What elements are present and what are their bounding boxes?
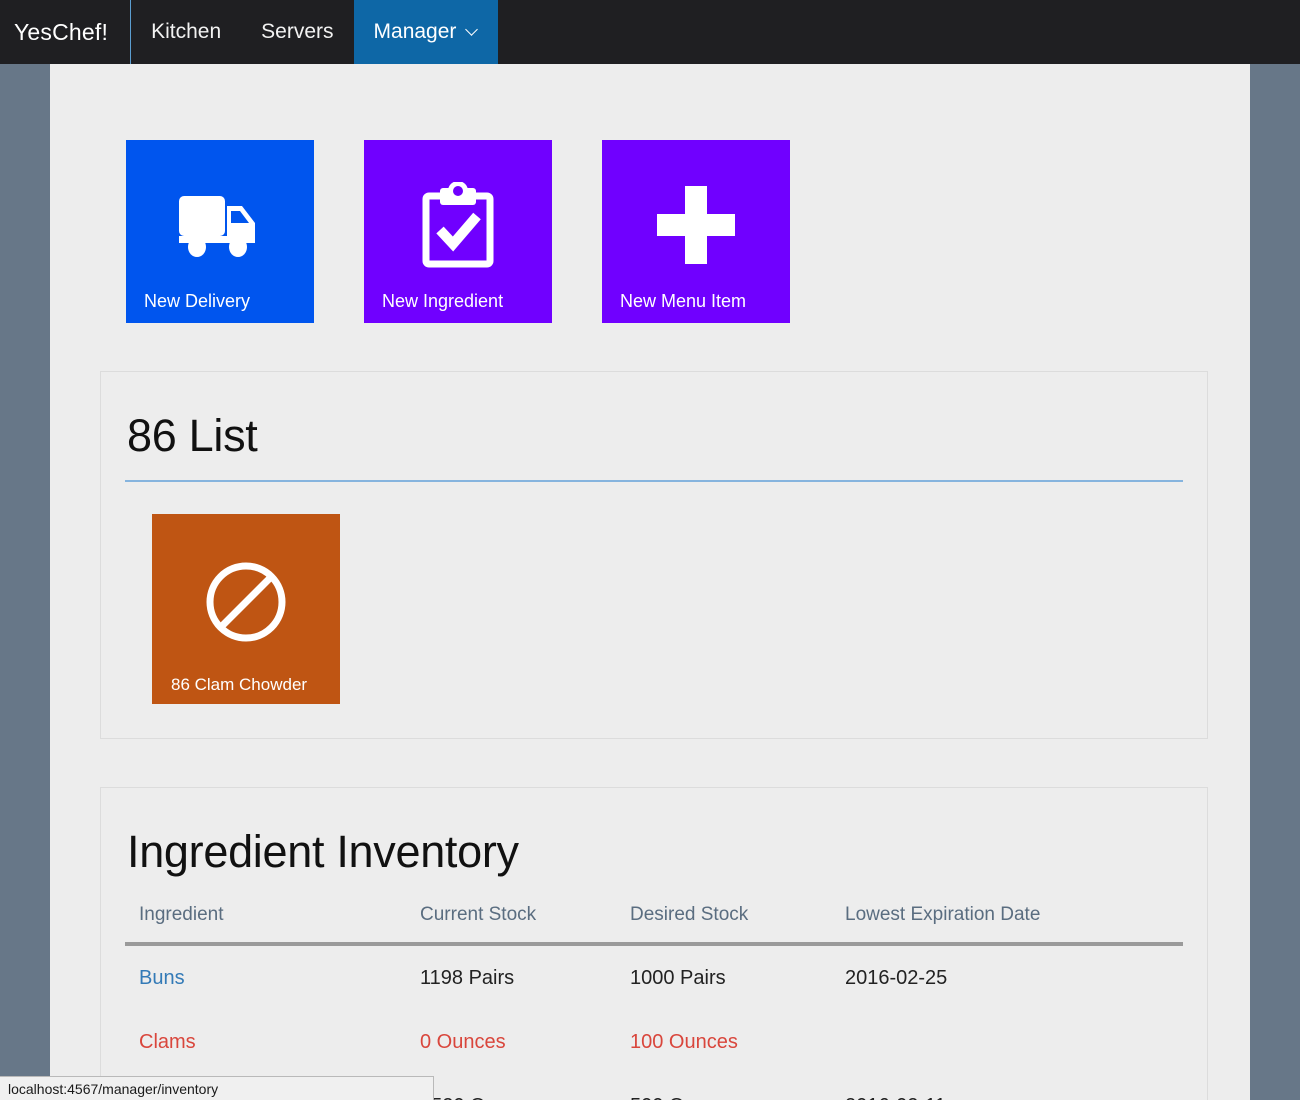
nav-item-manager[interactable]: Manager — [353, 0, 499, 64]
cell-current-stock: 0 Ounces — [420, 1031, 506, 1053]
clipboard-check-icon — [364, 170, 552, 280]
action-tile-new-menu-item[interactable]: New Menu Item — [602, 140, 790, 323]
plus-icon — [602, 170, 790, 280]
nav-item-servers[interactable]: Servers — [241, 0, 353, 64]
action-tile-new-ingredient[interactable]: New Ingredient — [364, 140, 552, 323]
nav-item-kitchen-label: Kitchen — [151, 20, 222, 43]
list-item-86-clam-chowder-label: 86 Clam Chowder — [171, 675, 308, 694]
column-header-desired-stock: Desired Stock — [630, 904, 845, 946]
list-item-86-clam-chowder[interactable]: 86 Clam Chowder — [152, 514, 340, 704]
brand-logo[interactable]: YesChef! — [0, 0, 132, 64]
list-86-items: 86 Clam Chowder — [125, 482, 1183, 712]
page-title-86-list: 86 List — [127, 410, 258, 461]
cell-lowest-expiration: 2016-02-11 — [845, 1074, 1183, 1100]
nav-item-servers-label: Servers — [261, 20, 334, 43]
table-header-row: Ingredient Current Stock Desired Stock L… — [125, 904, 1183, 946]
prohibited-icon — [152, 542, 340, 662]
chevron-down-icon — [467, 25, 478, 36]
cell-current-stock: 1520 Ounces — [420, 1074, 630, 1100]
action-tile-new-ingredient-label: New Ingredient — [382, 291, 504, 311]
page-title-inventory: Ingredient Inventory — [127, 826, 519, 877]
panel-ingredient-inventory: Ingredient Inventory Ingredient Current … — [100, 787, 1208, 1100]
top-navbar: YesChef! Kitchen Servers Manager — [0, 0, 1300, 64]
cell-desired-stock: 1000 Pairs — [630, 967, 726, 989]
panel-86-list: 86 List 86 Clam Chowder — [100, 371, 1208, 739]
nav-item-manager-label: Manager — [373, 20, 457, 43]
table-row: Clams 0 Ounces 100 Ounces — [125, 1010, 1183, 1074]
cell-desired-stock: 500 Ounces — [630, 1074, 845, 1100]
column-header-lowest-expiration: Lowest Expiration Date — [845, 904, 1183, 946]
ingredient-link[interactable]: Clams — [139, 1031, 196, 1053]
action-tile-new-delivery-label: New Delivery — [144, 291, 251, 311]
inventory-table: Ingredient Current Stock Desired Stock L… — [125, 904, 1183, 1100]
cell-lowest-expiration: 2016-02-25 — [845, 967, 948, 989]
ingredient-link[interactable]: Buns — [139, 967, 185, 989]
column-header-current-stock: Current Stock — [420, 904, 630, 946]
action-tile-new-menu-item-label: New Menu Item — [620, 291, 747, 311]
quick-actions: New Delivery New Ingredient New Menu Ite… — [50, 64, 1250, 323]
column-header-ingredient: Ingredient — [125, 904, 420, 946]
cell-current-stock: 1198 Pairs — [420, 967, 515, 989]
cell-desired-stock: 100 Ounces — [630, 1031, 738, 1053]
cell-lowest-expiration — [845, 1010, 1183, 1074]
nav-item-kitchen[interactable]: Kitchen — [131, 0, 241, 64]
status-bar-url: localhost:4567/manager/inventory — [0, 1076, 434, 1100]
table-row: Buns 1198 Pairs 1000 Pairs 2016-02-25 — [125, 944, 1183, 1010]
truck-icon — [126, 170, 314, 280]
action-tile-new-delivery[interactable]: New Delivery — [126, 140, 314, 323]
page-content: New Delivery New Ingredient New Menu Ite… — [50, 64, 1250, 1100]
